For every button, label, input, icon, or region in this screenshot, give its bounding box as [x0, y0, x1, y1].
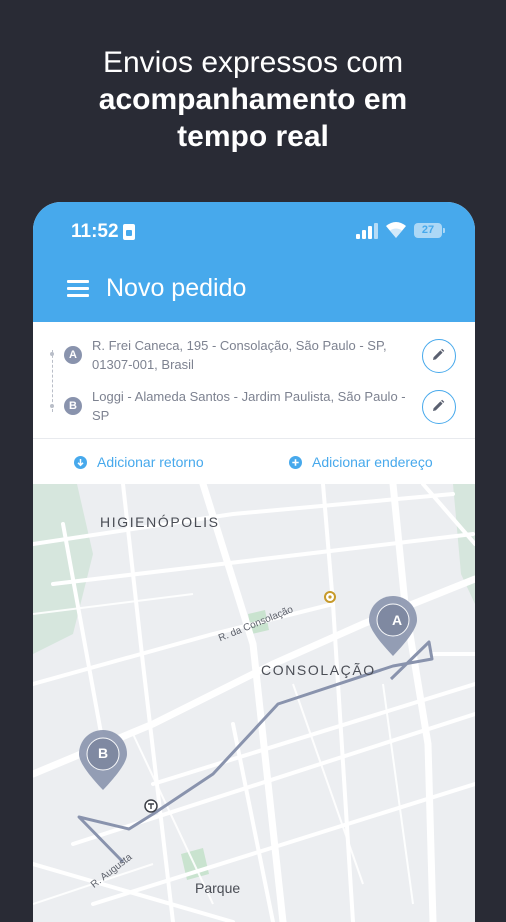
divider — [33, 438, 475, 439]
route-dot — [50, 352, 54, 356]
status-time: 11:52 — [71, 221, 119, 242]
phone-screen: 11:52 27 Novo pedido A R. Frei Caneca, 1… — [33, 202, 475, 922]
address-b-text[interactable]: Loggi - Alameda Santos - Jardim Paulista… — [92, 387, 410, 425]
menu-icon[interactable] — [67, 280, 89, 298]
neighborhood-label: Parque — [195, 880, 241, 896]
edit-pencil-icon — [433, 348, 445, 360]
app-bar: 11:52 27 Novo pedido — [33, 202, 475, 322]
edit-address-a-button[interactable] — [422, 339, 456, 373]
add-address-label: Adicionar endereço — [312, 454, 433, 470]
arrow-down-circle-icon — [74, 455, 87, 469]
address-marker-a: A — [64, 346, 82, 364]
add-return-label: Adicionar retorno — [97, 454, 204, 470]
plus-circle-icon — [289, 455, 302, 469]
headline-line-3: tempo real — [177, 120, 329, 153]
route-map[interactable]: A B HIGIENÓPOLIS CONSOLAÇÃO Parque R. da… — [33, 484, 475, 922]
sim-card-icon — [123, 224, 135, 240]
map-canvas — [33, 484, 475, 922]
route-connector — [52, 350, 54, 412]
edit-address-b-button[interactable] — [422, 390, 456, 424]
add-return-button[interactable]: Adicionar retorno — [74, 454, 204, 470]
edit-pencil-icon — [433, 399, 445, 411]
map-pin-a-label: A — [392, 612, 403, 628]
map-pin-b-label: B — [98, 745, 109, 761]
signal-icon — [356, 223, 378, 239]
address-a-text[interactable]: R. Frei Caneca, 195 - Consolação, São Pa… — [92, 336, 410, 374]
battery-icon: 27 — [414, 223, 445, 238]
place-marker-icon — [324, 591, 336, 603]
wifi-icon — [386, 222, 406, 238]
neighborhood-label: CONSOLAÇÃO — [261, 662, 376, 678]
neighborhood-label: HIGIENÓPOLIS — [100, 514, 220, 530]
route-dot — [50, 404, 54, 408]
address-card: A R. Frei Caneca, 195 - Consolação, São … — [33, 322, 475, 484]
address-marker-b: B — [64, 397, 82, 415]
add-address-button[interactable]: Adicionar endereço — [289, 454, 433, 470]
headline-line-1: Envios expressos com — [102, 46, 404, 79]
metro-icon — [144, 799, 158, 813]
headline-line-2: acompanhamento em — [98, 83, 408, 116]
page-title: Novo pedido — [106, 274, 247, 302]
promo-headline: Envios expressos com acompanhamento em t… — [0, 44, 506, 155]
